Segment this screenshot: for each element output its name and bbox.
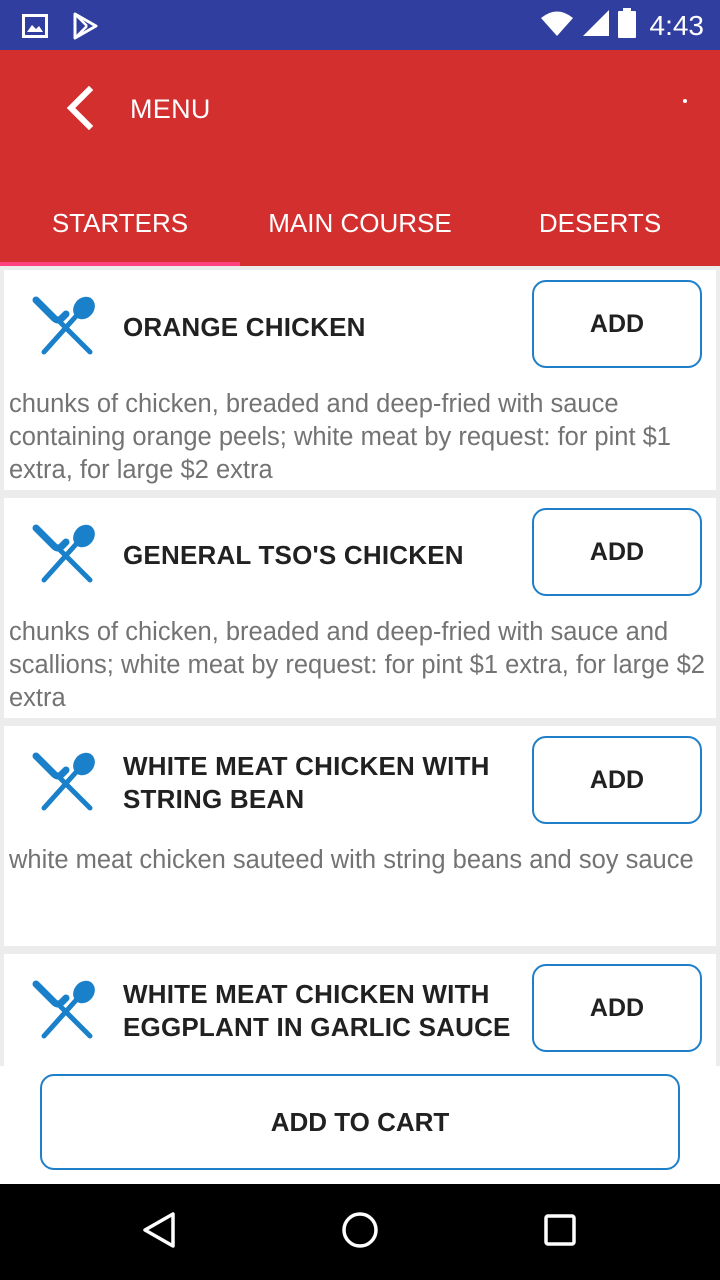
footer: ADD TO CART [0,1066,720,1184]
tab-label: STARTERS [51,207,189,238]
add-to-cart-label: ADD TO CART [270,1106,450,1137]
nav-recents-button[interactable] [530,1202,590,1262]
add-label: ADD [589,765,645,794]
menu-item-description: chunks of chicken, breaded and deep-frie… [9,390,671,484]
back-button[interactable] [54,80,106,140]
menu-item-card: WHITE MEAT CHICKEN WITH STRING BEAN ADD … [4,726,716,946]
app-bar: MENU STARTERS MAIN COURSE DESERTS [0,50,720,266]
tab-starters[interactable]: STARTERS [0,176,240,266]
play-store-icon [72,12,98,45]
menu-list[interactable]: ORANGE CHICKEN ADD chunks of chicken, br… [0,266,720,1066]
page-title: MENU [130,94,211,124]
image-icon [22,14,48,43]
utensils-icon [32,294,102,358]
battery-icon [617,8,636,43]
signal-icon [582,9,610,42]
system-nav-bar [0,1184,720,1280]
menu-item-name: GENERAL TSO'S CHICKEN [123,539,464,570]
add-label: ADD [589,309,645,338]
add-label: ADD [589,537,645,566]
tab-main-course[interactable]: MAIN COURSE [240,176,480,266]
menu-item-description: white meat chicken sauteed with string b… [9,846,694,874]
menu-item-name: WHITE MEAT CHICKEN WITH EGGPLANT IN GARL… [123,979,511,1042]
status-bar: 4:43 [0,0,720,50]
menu-item-name: ORANGE CHICKEN [123,311,366,342]
status-time: 4:43 [649,9,705,41]
overflow-dot [683,99,687,103]
chevron-left-icon [65,85,95,135]
menu-item-card: WHITE MEAT CHICKEN WITH EGGPLANT IN GARL… [4,954,716,1066]
add-button[interactable]: ADD [532,736,702,824]
add-button[interactable]: ADD [532,280,702,368]
menu-item-description: chunks of chicken, breaded and deep-frie… [9,618,705,712]
tab-label: DESERTS [538,207,662,238]
utensils-icon [32,750,102,814]
tab-deserts[interactable]: DESERTS [480,176,720,266]
add-label: ADD [589,993,645,1022]
utensils-icon [32,978,102,1042]
tab-bar: STARTERS MAIN COURSE DESERTS [0,176,720,266]
tab-label: MAIN COURSE [268,207,452,238]
home-circle-icon [340,1210,380,1255]
add-button[interactable]: ADD [532,508,702,596]
recents-square-icon [540,1210,580,1255]
add-button[interactable]: ADD [532,964,702,1052]
menu-item-name: WHITE MEAT CHICKEN WITH STRING BEAN [123,751,490,814]
back-triangle-icon [140,1210,180,1255]
add-to-cart-button[interactable]: ADD TO CART [40,1074,680,1170]
menu-item-card: GENERAL TSO'S CHICKEN ADD chunks of chic… [4,498,716,718]
nav-back-button[interactable] [130,1202,190,1262]
utensils-icon [32,522,102,586]
nav-home-button[interactable] [330,1202,390,1262]
menu-item-card: ORANGE CHICKEN ADD chunks of chicken, br… [4,270,716,490]
wifi-icon [540,9,574,42]
